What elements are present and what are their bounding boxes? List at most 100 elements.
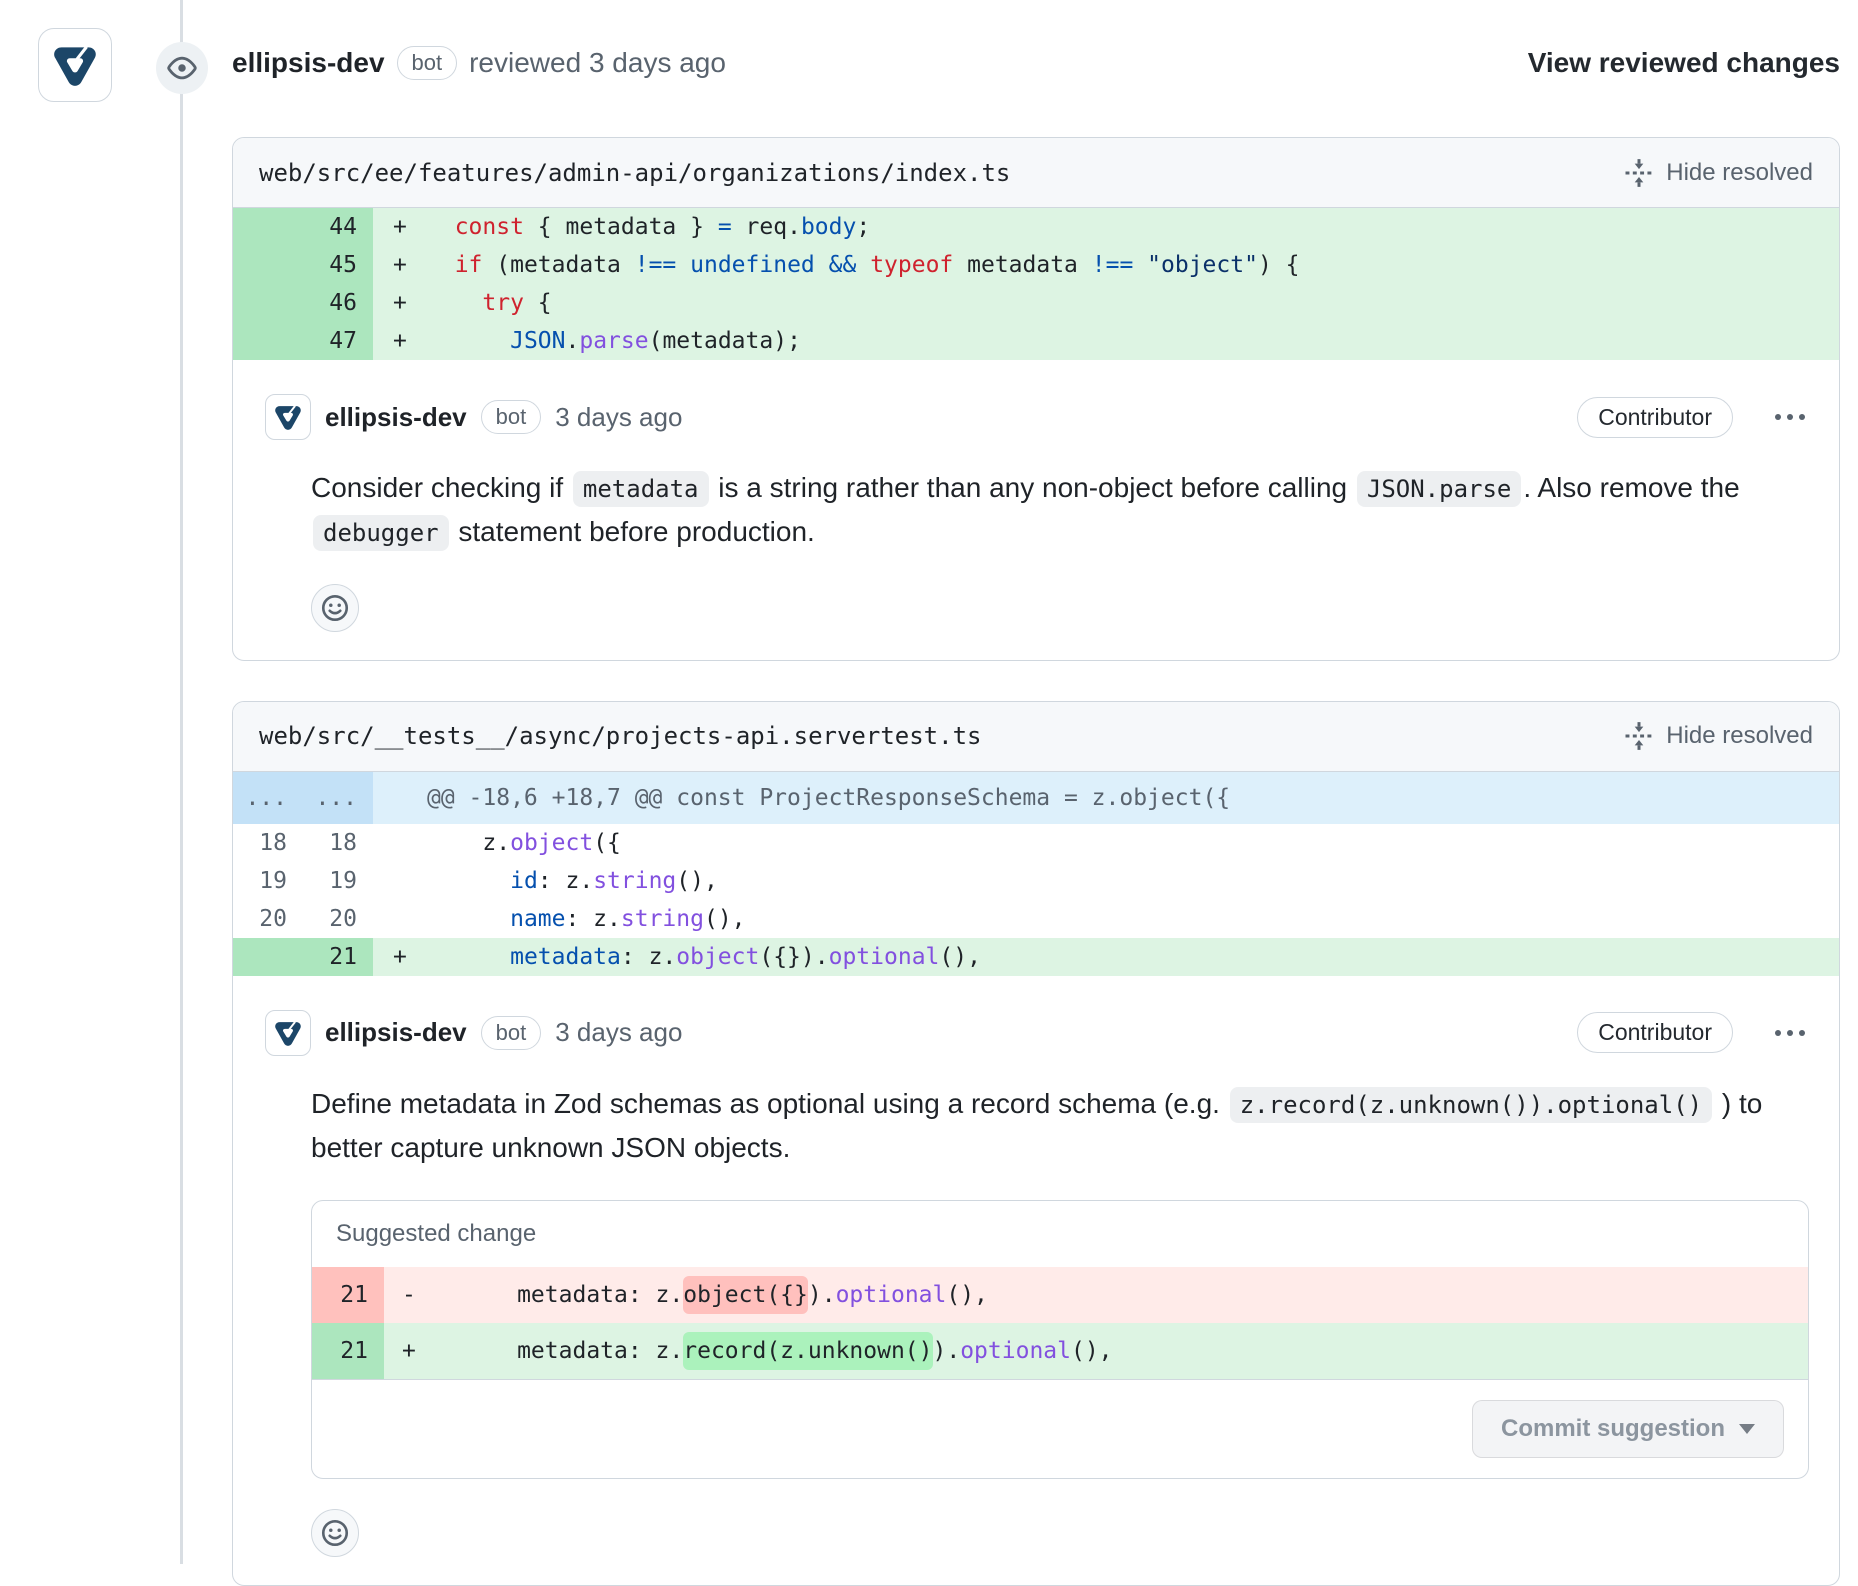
line-number[interactable]: 44 bbox=[303, 208, 373, 246]
diff-view: 44+ const { metadata } = req.body;45+ if… bbox=[233, 208, 1839, 360]
line-number[interactable]: 21 bbox=[312, 1323, 384, 1379]
smiley-icon bbox=[321, 594, 349, 622]
line-number[interactable]: 47 bbox=[303, 322, 373, 360]
diff-line: 21+ metadata: z.record(z.unknown()).opti… bbox=[312, 1323, 1808, 1379]
timeline-line bbox=[180, 0, 183, 1564]
commit-suggestion-button[interactable]: Commit suggestion bbox=[1472, 1400, 1784, 1458]
bot-badge: bot bbox=[481, 400, 542, 434]
hide-resolved-button[interactable]: Hide resolved bbox=[1624, 721, 1813, 751]
review-thread-card: web/src/ee/features/admin-api/organizati… bbox=[232, 137, 1840, 661]
line-number[interactable] bbox=[233, 208, 303, 246]
line-number[interactable] bbox=[233, 938, 303, 976]
diff-code: const { metadata } = req.body; bbox=[427, 208, 1839, 246]
comment-body: Define metadata in Zod schemas as option… bbox=[311, 1082, 1809, 1170]
inline-code: debugger bbox=[313, 515, 449, 551]
hide-resolved-button[interactable]: Hide resolved bbox=[1624, 158, 1813, 188]
diff-code: @@ -18,6 +18,7 @@ const ProjectResponseS… bbox=[427, 772, 1839, 824]
contributor-badge: Contributor bbox=[1577, 397, 1733, 438]
comment-text: is a string rather than any non-object b… bbox=[711, 472, 1355, 503]
line-number[interactable]: 18 bbox=[233, 824, 303, 862]
line-number[interactable]: 21 bbox=[303, 938, 373, 976]
line-number[interactable]: 20 bbox=[233, 900, 303, 938]
comment-author-name[interactable]: ellipsis-dev bbox=[325, 402, 467, 433]
fold-icon bbox=[1624, 158, 1654, 188]
bot-badge: bot bbox=[481, 1016, 542, 1050]
review-thread-card: web/src/__tests__/async/projects-api.ser… bbox=[232, 701, 1840, 1586]
diff-sign bbox=[373, 772, 427, 824]
diff-sign bbox=[373, 824, 427, 862]
line-number[interactable]: ... bbox=[233, 772, 303, 824]
diff-line: 21- metadata: z.object({}).optional(), bbox=[312, 1267, 1808, 1323]
comment-author-avatar[interactable] bbox=[265, 1010, 311, 1056]
add-reaction-button[interactable] bbox=[311, 1509, 359, 1557]
diff-sign: + bbox=[373, 284, 427, 322]
comment-options-kebab-icon[interactable] bbox=[1771, 1022, 1809, 1044]
line-number[interactable]: 21 bbox=[312, 1267, 384, 1323]
suggested-change-block: Suggested change 21- metadata: z.object(… bbox=[311, 1200, 1809, 1479]
diff-sign bbox=[373, 900, 427, 938]
comment-text: . Also remove the bbox=[1523, 472, 1739, 503]
diff-line: 1919 id: z.string(), bbox=[233, 862, 1839, 900]
line-number[interactable]: 19 bbox=[303, 862, 373, 900]
contributor-badge: Contributor bbox=[1577, 1012, 1733, 1053]
diff-line: 46+ try { bbox=[233, 284, 1839, 322]
diff-code: metadata: z.object({}).optional(), bbox=[427, 938, 1839, 976]
diff-line: 1818 z.object({ bbox=[233, 824, 1839, 862]
diff-sign: + bbox=[384, 1323, 434, 1379]
hide-resolved-label: Hide resolved bbox=[1666, 722, 1813, 750]
line-number[interactable]: 46 bbox=[303, 284, 373, 322]
review-header: ellipsis-dev bot reviewed 3 days ago Vie… bbox=[0, 0, 1858, 104]
comment-text: Consider checking if bbox=[311, 472, 571, 503]
comment-options-kebab-icon[interactable] bbox=[1771, 406, 1809, 428]
diff-code: JSON.parse(metadata); bbox=[427, 322, 1839, 360]
suggested-change-label: Suggested change bbox=[312, 1201, 1808, 1267]
comment-author-name[interactable]: ellipsis-dev bbox=[325, 1017, 467, 1048]
comment-text: Define metadata in Zod schemas as option… bbox=[311, 1088, 1228, 1119]
eye-badge bbox=[156, 42, 208, 94]
file-path[interactable]: web/src/__tests__/async/projects-api.ser… bbox=[259, 722, 981, 750]
line-number[interactable]: 19 bbox=[233, 862, 303, 900]
diff-code: metadata: z.record(z.unknown()).optional… bbox=[434, 1323, 1808, 1379]
line-number[interactable]: 45 bbox=[303, 246, 373, 284]
add-reaction-button[interactable] bbox=[311, 584, 359, 632]
diff-code: if (metadata !== undefined && typeof met… bbox=[427, 246, 1839, 284]
diff-view: ...... @@ -18,6 +18,7 @@ const ProjectRes… bbox=[233, 772, 1839, 976]
line-number[interactable] bbox=[233, 322, 303, 360]
diff-code: try { bbox=[427, 284, 1839, 322]
diff-sign: + bbox=[373, 938, 427, 976]
inline-code: z.record(z.unknown()).optional() bbox=[1230, 1087, 1712, 1123]
chevron-down-icon bbox=[1739, 1424, 1755, 1434]
reviewer-name[interactable]: ellipsis-dev bbox=[232, 47, 385, 79]
comment-text: statement before production. bbox=[451, 516, 815, 547]
file-path[interactable]: web/src/ee/features/admin-api/organizati… bbox=[259, 159, 1010, 187]
diff-code: name: z.string(), bbox=[427, 900, 1839, 938]
smiley-icon bbox=[321, 1519, 349, 1547]
line-number[interactable]: ... bbox=[303, 772, 373, 824]
diff-sign: + bbox=[373, 322, 427, 360]
file-header: web/src/__tests__/async/projects-api.ser… bbox=[233, 702, 1839, 772]
comment-body: Consider checking if metadata is a strin… bbox=[311, 466, 1809, 554]
comment-author-avatar[interactable] bbox=[265, 394, 311, 440]
line-number[interactable]: 20 bbox=[303, 900, 373, 938]
ellipsis-logo-icon bbox=[272, 1017, 304, 1049]
comment-header: ellipsis-dev bot 3 days ago Contributor bbox=[265, 394, 1809, 440]
commit-suggestion-label: Commit suggestion bbox=[1501, 1415, 1725, 1443]
suggestion-diff: 21- metadata: z.object({}).optional(),21… bbox=[312, 1267, 1808, 1379]
fold-icon bbox=[1624, 721, 1654, 751]
view-reviewed-changes-link[interactable]: View reviewed changes bbox=[1528, 47, 1840, 79]
comment-timestamp[interactable]: 3 days ago bbox=[555, 402, 682, 433]
comment-timestamp[interactable]: 3 days ago bbox=[555, 1017, 682, 1048]
reviewer-avatar[interactable] bbox=[38, 28, 112, 102]
line-number[interactable] bbox=[233, 246, 303, 284]
ellipsis-logo-icon bbox=[49, 39, 101, 91]
line-number[interactable]: 18 bbox=[303, 824, 373, 862]
file-header: web/src/ee/features/admin-api/organizati… bbox=[233, 138, 1839, 208]
comment-header: ellipsis-dev bot 3 days ago Contributor bbox=[265, 1010, 1809, 1056]
bot-badge: bot bbox=[397, 46, 458, 80]
diff-sign: - bbox=[384, 1267, 434, 1323]
line-number[interactable] bbox=[233, 284, 303, 322]
suggestion-footer: Commit suggestion bbox=[312, 1379, 1808, 1478]
diff-code: id: z.string(), bbox=[427, 862, 1839, 900]
diff-sign bbox=[373, 862, 427, 900]
diff-line: 2020 name: z.string(), bbox=[233, 900, 1839, 938]
